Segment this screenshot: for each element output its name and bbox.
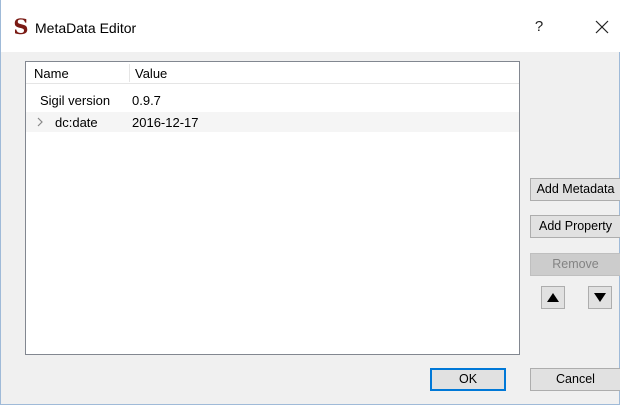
row-value-cell: 0.9.7 xyxy=(132,93,161,108)
add-property-button[interactable]: Add Property xyxy=(530,215,620,238)
ok-button[interactable]: OK xyxy=(430,368,506,391)
row-name-cell: Sigil version xyxy=(40,93,111,108)
close-button[interactable] xyxy=(591,16,613,38)
title-bar: S MetaData Editor ? xyxy=(1,0,620,52)
metadata-tree-table[interactable]: Name Value Sigil version 0.9.7 dc:date 2… xyxy=(25,61,520,355)
metadata-editor-dialog: S MetaData Editor ? Name Value Sigil ver… xyxy=(0,0,620,405)
row-value-cell: 2016-12-17 xyxy=(132,115,199,130)
column-separator[interactable] xyxy=(129,64,130,82)
triangle-up-icon xyxy=(547,293,559,302)
column-header-value[interactable]: Value xyxy=(135,66,167,81)
chevron-right-icon[interactable] xyxy=(35,116,45,128)
move-up-button[interactable] xyxy=(541,286,565,309)
remove-button[interactable]: Remove xyxy=(530,253,620,276)
add-metadata-button[interactable]: Add Metadata xyxy=(530,178,620,201)
table-row[interactable]: Sigil version 0.9.7 xyxy=(26,91,519,109)
window-title: MetaData Editor xyxy=(35,20,137,36)
help-button[interactable]: ? xyxy=(529,17,549,37)
cancel-button[interactable]: Cancel xyxy=(530,368,620,391)
close-icon xyxy=(595,20,609,34)
column-header-name[interactable]: Name xyxy=(34,66,69,81)
sigil-app-icon: S xyxy=(13,14,29,39)
table-header: Name Value xyxy=(26,62,519,84)
table-row[interactable]: dc:date 2016-12-17 xyxy=(26,112,519,132)
triangle-down-icon xyxy=(594,293,606,302)
move-down-button[interactable] xyxy=(588,286,612,309)
row-name-cell: dc:date xyxy=(55,115,98,130)
